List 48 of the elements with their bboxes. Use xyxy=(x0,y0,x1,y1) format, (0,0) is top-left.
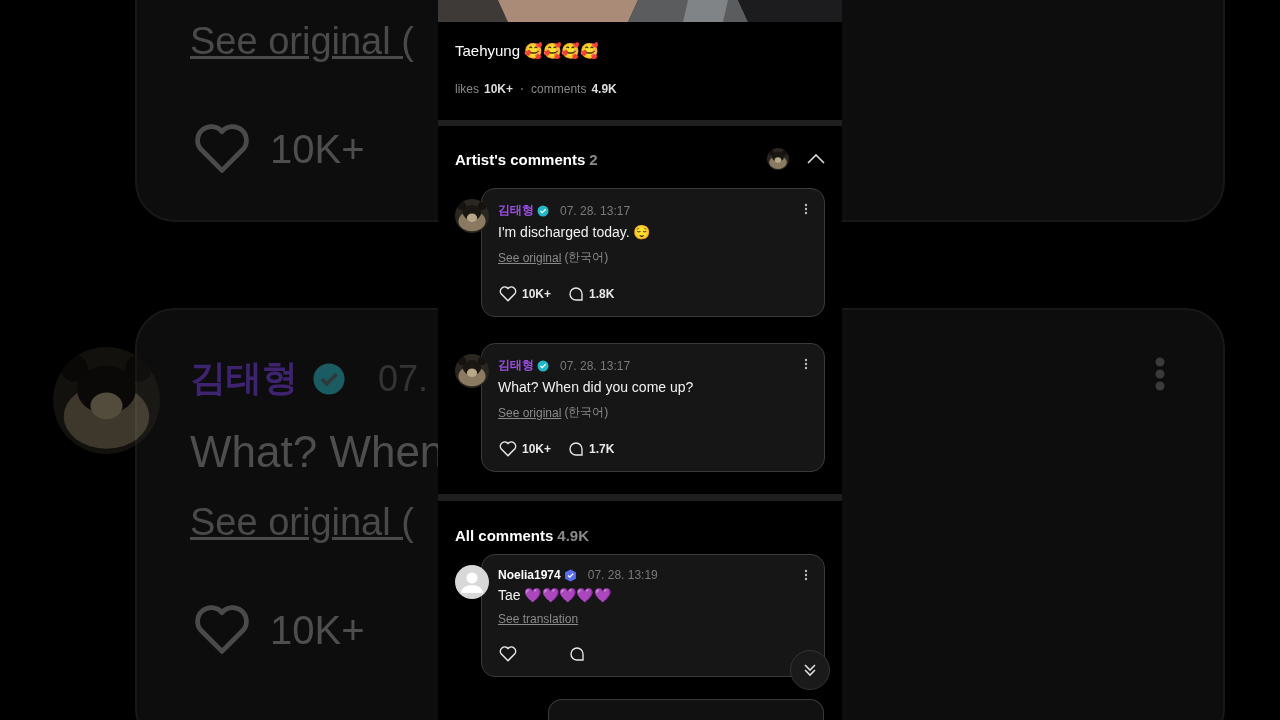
like-button[interactable]: 10K+ xyxy=(498,284,552,305)
author-name: 김태형 xyxy=(190,356,298,400)
comment-text: What? When did you come up? xyxy=(498,379,694,396)
likes-label: likes xyxy=(455,81,479,96)
more-button[interactable] xyxy=(804,203,808,216)
reply-button[interactable]: 1.7K xyxy=(567,440,615,459)
comment-text: I'm discharged today. 😌 xyxy=(498,224,651,241)
verified-badge-icon xyxy=(312,361,346,396)
see-original-link[interactable]: See original xyxy=(498,251,562,265)
double-chevron-down-icon xyxy=(802,662,818,678)
shield-badge-icon xyxy=(563,568,577,582)
comment-time: 07. 28. 13:17 xyxy=(560,359,631,373)
verified-badge-icon xyxy=(537,205,549,217)
comment-text: Tae 💜💜💜💜💜 xyxy=(498,587,612,604)
post-caption: Taehyung 🥰🥰🥰🥰 xyxy=(455,41,599,60)
more-button[interactable] xyxy=(804,569,808,582)
comment-time: 07. 28. 13:17 xyxy=(560,204,631,218)
author-name: Noelia1974 xyxy=(498,568,561,583)
language-note: (한국어) xyxy=(564,249,609,267)
comments-label: comments xyxy=(531,81,587,96)
more-button[interactable] xyxy=(804,358,808,371)
author-name: 김태형 xyxy=(498,357,534,375)
likes-count: 10K+ xyxy=(270,126,365,172)
comment-time: 07. 28. 13:19 xyxy=(587,568,658,583)
comments-count: 4.9K xyxy=(591,81,617,96)
likes-count: 10K+ xyxy=(484,81,514,96)
more-icon xyxy=(804,358,808,371)
likes-count: 10K+ xyxy=(270,607,365,653)
section-title: All comments xyxy=(455,527,554,545)
comment-icon xyxy=(568,645,586,664)
more-icon xyxy=(804,569,808,582)
scroll-down-button[interactable] xyxy=(790,650,830,690)
see-original-link[interactable]: See original xyxy=(498,406,562,420)
section-count: 4.9K xyxy=(557,527,591,545)
author-name: 김태형 xyxy=(498,202,534,220)
more-icon xyxy=(804,203,808,216)
like-button[interactable]: 10K+ xyxy=(498,439,552,460)
reply-button[interactable] xyxy=(568,645,586,664)
section-title: Artist's comments xyxy=(455,151,586,168)
chevron-up-icon xyxy=(807,154,825,165)
language-note: (한국어) xyxy=(564,404,609,422)
section-count: 2 xyxy=(589,151,599,168)
verified-badge-icon xyxy=(537,360,549,372)
see-original-link[interactable]: See translation xyxy=(498,612,579,627)
comment-icon xyxy=(567,285,586,304)
reply-button[interactable]: 1.8K xyxy=(567,285,615,304)
comment-icon xyxy=(567,440,586,459)
collapse-button[interactable] xyxy=(807,154,825,165)
